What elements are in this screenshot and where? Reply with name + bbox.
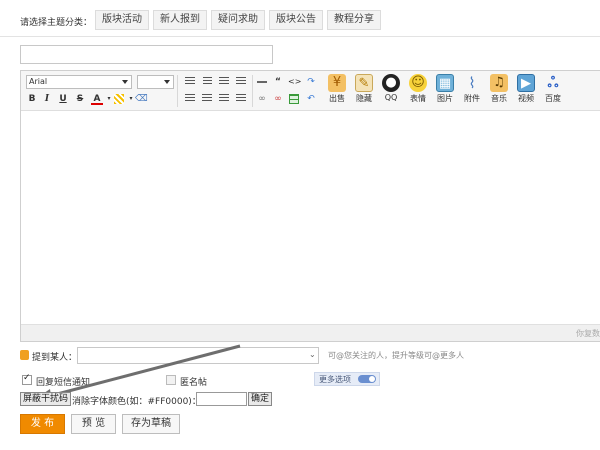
editor-status-text: 你复数 xyxy=(576,329,600,338)
publish-button[interactable]: 发 布 xyxy=(20,414,65,434)
topic-tab-activity[interactable]: 版块活动 xyxy=(95,10,149,30)
toolbar-divider xyxy=(177,75,178,107)
music-tool-label: 音乐 xyxy=(491,94,507,103)
ordered-list-icon[interactable] xyxy=(184,93,196,105)
remove-font-color-label: 消除字体颜色(如：#FF0000)： xyxy=(72,397,201,407)
baidu-paw-icon: ஃ xyxy=(547,75,559,91)
sale-tool-label: 出售 xyxy=(329,94,345,103)
mention-icon xyxy=(20,350,29,360)
image-tool-label: 图片 xyxy=(437,94,453,103)
video-tool-label: 视频 xyxy=(518,94,534,103)
smiley-icon: ☺ xyxy=(409,74,427,92)
font-family-value: Arial xyxy=(29,77,48,86)
editor-content-area[interactable] xyxy=(21,112,600,325)
coins-icon: ¥ xyxy=(328,74,346,92)
unordered-list-icon[interactable] xyxy=(201,93,213,105)
qq-penguin-icon: ● xyxy=(382,74,400,92)
toolbar-divider xyxy=(252,75,253,107)
double-chevron-down-icon[interactable]: ⌄ xyxy=(309,350,316,359)
topic-tab-newcomer[interactable]: 新人报到 xyxy=(153,10,207,30)
topic-category-tabs: 版块活动 新人报到 疑问求助 版块公告 教程分享 xyxy=(95,10,381,30)
qq-tool[interactable]: ● QQ xyxy=(379,74,403,102)
align-right-icon[interactable] xyxy=(218,76,230,88)
font-color-button[interactable]: A xyxy=(91,93,103,105)
qq-tool-label: QQ xyxy=(384,93,398,102)
picture-icon: ▦ xyxy=(436,74,454,92)
eraser-icon[interactable]: ⌫ xyxy=(135,93,148,105)
code-icon[interactable]: <> xyxy=(288,76,301,88)
subject-input[interactable] xyxy=(20,45,273,64)
video-icon: ▶ xyxy=(517,74,535,92)
mention-hint: 可@您关注的人，提升等级可@更多人 xyxy=(328,351,464,360)
editor-statusbar: 你复数 xyxy=(21,324,600,341)
more-options-toggle[interactable]: 更多选项 xyxy=(314,372,380,386)
divider xyxy=(0,36,600,37)
unlink-icon[interactable]: ∞ xyxy=(272,93,284,105)
hidden-document-icon: ✎ xyxy=(355,74,373,92)
more-options-label: 更多选项 xyxy=(319,375,351,384)
anonymous-label: 匿名帖 xyxy=(180,378,208,388)
baidu-tool-label: 百度 xyxy=(545,94,561,103)
strikethrough-button[interactable]: S xyxy=(74,93,86,105)
topic-tab-announcement[interactable]: 版块公告 xyxy=(269,10,323,30)
confirm-button[interactable]: 确定 xyxy=(248,392,273,406)
topic-tab-help[interactable]: 疑问求助 xyxy=(211,10,265,30)
image-tool[interactable]: ▦ 图片 xyxy=(433,74,457,104)
toggle-switch-icon xyxy=(358,375,376,383)
paperclip-icon: ⌇ xyxy=(468,74,476,92)
attachment-tool-label: 附件 xyxy=(464,94,480,103)
mention-input[interactable] xyxy=(77,347,319,364)
font-color-input[interactable] xyxy=(196,392,247,406)
music-tool[interactable]: ♫ 音乐 xyxy=(487,74,511,104)
reply-notify-label: 回复短信通知 xyxy=(36,378,91,388)
attachment-tool[interactable]: ⌇ 附件 xyxy=(460,74,484,104)
reply-notify-checkbox[interactable] xyxy=(22,373,32,385)
baidu-tool[interactable]: ஃ 百度 xyxy=(541,74,565,104)
quote-icon[interactable]: “ xyxy=(272,76,284,88)
font-family-select[interactable]: Arial xyxy=(26,75,132,89)
mention-label: 提到某人： xyxy=(32,353,78,363)
undo-icon[interactable]: ↶ xyxy=(305,93,317,105)
redo-icon[interactable]: ↷ xyxy=(305,76,317,88)
emoji-tool-label: 表情 xyxy=(410,94,426,103)
music-note-icon: ♫ xyxy=(490,74,508,92)
topic-tab-tutorial[interactable]: 教程分享 xyxy=(327,10,381,30)
indent-icon[interactable] xyxy=(235,93,247,105)
align-center-icon[interactable] xyxy=(201,76,213,88)
preview-button[interactable]: 预 览 xyxy=(71,414,116,434)
link-icon[interactable]: ∞ xyxy=(256,93,268,105)
rich-text-editor: Arial B I U S A ▾ ▾ ⌫ “ <> ↷ ∞ ∞ ↶ ¥ 出售 … xyxy=(20,70,600,342)
bold-button[interactable]: B xyxy=(26,93,38,105)
highlight-color-icon[interactable] xyxy=(113,93,125,105)
chevron-down-icon xyxy=(164,80,170,84)
underline-button[interactable]: U xyxy=(57,93,69,105)
hide-tool-label: 隐藏 xyxy=(356,94,372,103)
emoji-tool[interactable]: ☺ 表情 xyxy=(406,74,430,104)
topic-category-label: 请选择主题分类： xyxy=(20,18,93,28)
mask-interference-code-button[interactable]: 屏蔽干扰码 xyxy=(20,392,72,406)
anonymous-checkbox[interactable] xyxy=(166,375,176,385)
italic-button[interactable]: I xyxy=(41,93,53,105)
editor-toolbar: Arial B I U S A ▾ ▾ ⌫ “ <> ↷ ∞ ∞ ↶ ¥ 出售 … xyxy=(21,71,600,111)
outdent-icon[interactable] xyxy=(218,93,230,105)
align-left-icon[interactable] xyxy=(184,76,196,88)
chevron-down-icon xyxy=(122,80,128,84)
video-tool[interactable]: ▶ 视频 xyxy=(514,74,538,104)
horizontal-rule-icon[interactable] xyxy=(256,76,268,88)
hide-tool[interactable]: ✎ 隐藏 xyxy=(352,74,376,104)
table-icon[interactable] xyxy=(288,93,300,105)
save-draft-button[interactable]: 存为草稿 xyxy=(122,414,180,434)
justify-icon[interactable] xyxy=(235,76,247,88)
sale-tool[interactable]: ¥ 出售 xyxy=(325,74,349,104)
font-size-select[interactable] xyxy=(137,75,174,89)
